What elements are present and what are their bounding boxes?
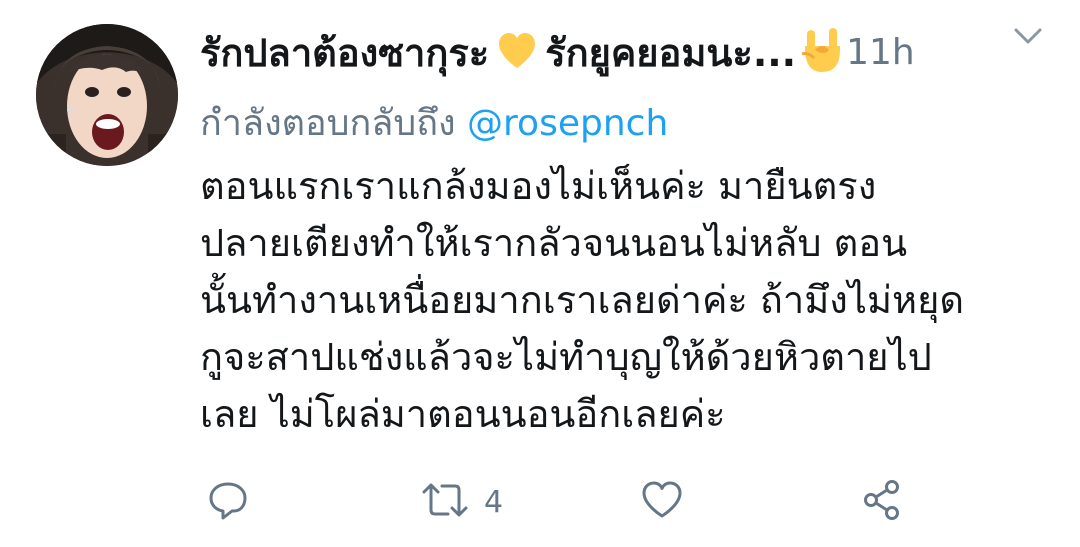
tweet-actions: 4 xyxy=(200,472,920,532)
retweet-count: 4 xyxy=(484,484,504,520)
reply-button[interactable] xyxy=(206,472,250,532)
tweet-card[interactable]: รักปลาต้องซากุระ รักยูคยอมนะ... 11h กำลัง… xyxy=(0,0,1080,547)
avatar-photo xyxy=(36,24,178,166)
tweet-body-line: ปลายเตียงทำให้เรากลัวจนนอนไม่หลับ ตอน xyxy=(200,221,908,265)
tweet-body-line: ตอนแรกเราแกล้งมองไม่เห็นค่ะ มายืนตรง xyxy=(200,164,877,208)
tweet-body-line: กูจะสาปแช่งแล้วจะไม่ทำบุญให้ด้วยหิวตายไป xyxy=(200,335,932,379)
reply-context: กำลังตอบกลับถึง @rosepnch xyxy=(200,94,668,151)
tweet-body-line: นั้นทำงานเหนื่อยมากเราเลยด่าค่ะ ถ้ามึงไม… xyxy=(200,278,965,322)
tweet-body-line: เลย ไม่โผล่มาตอนนอนอีกเลยค่ะ xyxy=(200,392,726,436)
display-name[interactable]: รักปลาต้องซากุระ รักยูคยอมนะ... xyxy=(200,22,796,83)
retweet-icon xyxy=(420,478,470,526)
reply-mention-link[interactable]: @rosepnch xyxy=(467,103,668,144)
reply-prefix: กำลังตอบกลับถึง xyxy=(200,103,456,144)
share-button[interactable] xyxy=(860,472,904,532)
sign-of-horns-icon xyxy=(800,26,844,78)
reply-icon xyxy=(206,478,250,526)
chevron-down-icon[interactable] xyxy=(1008,16,1048,60)
tweet-header: รักปลาต้องซากุระ รักยูคยอมนะ... 11h xyxy=(200,22,1060,82)
like-icon xyxy=(640,478,684,526)
share-icon xyxy=(860,478,904,526)
tweet-body: ตอนแรกเราแกล้งมองไม่เห็นค่ะ มายืนตรง ปลา… xyxy=(200,158,1060,443)
like-button[interactable] xyxy=(640,472,684,532)
display-name-part1: รักปลาต้องซากุระ xyxy=(200,30,490,75)
avatar[interactable] xyxy=(36,24,178,166)
yellow-heart-icon xyxy=(497,32,537,79)
retweet-button[interactable]: 4 xyxy=(420,472,503,532)
display-name-part2: รักยูคยอมนะ... xyxy=(545,30,797,75)
timestamp[interactable]: 11h xyxy=(846,32,915,73)
